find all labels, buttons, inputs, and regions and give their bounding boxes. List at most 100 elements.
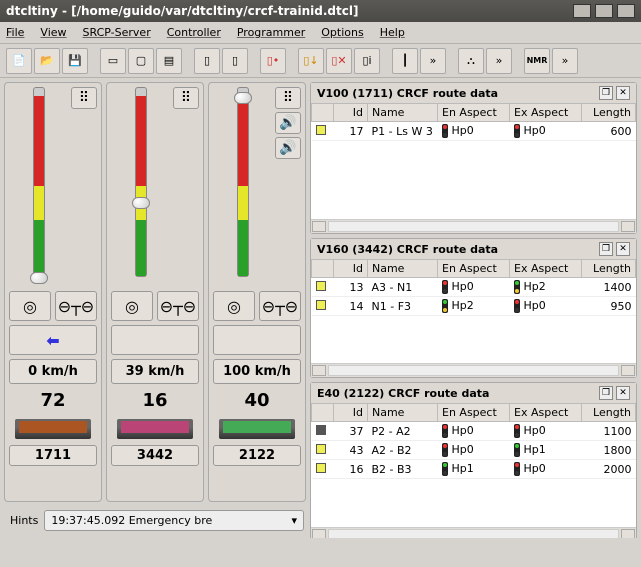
col-status[interactable]: [312, 260, 334, 278]
light-button[interactable]: ◎: [213, 291, 255, 321]
h-scrollbar[interactable]: [311, 219, 636, 233]
more3-icon[interactable]: »: [552, 48, 578, 74]
dots-icon[interactable]: ⠿: [275, 87, 301, 109]
col-en[interactable]: En Aspect: [438, 104, 510, 122]
table-row[interactable]: 37 P2 - A2 Hp0 Hp0 1100: [312, 422, 636, 441]
save-icon[interactable]: 💾: [62, 48, 88, 74]
minimize-button[interactable]: [573, 4, 591, 18]
menu-options[interactable]: Options: [321, 26, 363, 39]
mast-icon[interactable]: ┃: [392, 48, 418, 74]
signal2-icon[interactable]: ▯: [222, 48, 248, 74]
maximize-button[interactable]: [595, 4, 613, 18]
cell-len: 950: [582, 297, 636, 316]
new-icon[interactable]: 📄: [6, 48, 32, 74]
open-icon[interactable]: 📂: [34, 48, 60, 74]
titlebar: dtcltiny - [/home/guido/var/dtcltiny/crc…: [0, 0, 641, 22]
menu-programmer[interactable]: Programmer: [237, 26, 305, 39]
table-row[interactable]: 43 A2 - B2 Hp0 Hp1 1800: [312, 441, 636, 460]
signal-info-icon[interactable]: ▯i: [354, 48, 380, 74]
coupler-button[interactable]: ⊖┬⊖: [157, 291, 199, 321]
cell-len: 1400: [582, 278, 636, 297]
train-id-label: 3442: [111, 445, 199, 466]
speaker2-icon[interactable]: 🔊: [275, 137, 301, 159]
speed-slider[interactable]: [135, 87, 147, 277]
table-row[interactable]: 17 P1 - Ls W 3 Hp0 Hp0 600: [312, 122, 636, 141]
col-ex[interactable]: Ex Aspect: [510, 104, 582, 122]
col-status[interactable]: [312, 404, 334, 422]
menu-srcp[interactable]: SRCP-Server: [83, 26, 151, 39]
layout2-icon[interactable]: ▢: [128, 48, 154, 74]
col-name[interactable]: Name: [368, 260, 438, 278]
h-scrollbar[interactable]: [311, 363, 636, 377]
panel-close-icon[interactable]: ✕: [616, 242, 630, 256]
light-button[interactable]: ◎: [9, 291, 51, 321]
panel-close-icon[interactable]: ✕: [616, 86, 630, 100]
direction-button[interactable]: [213, 325, 301, 355]
cell-id: 16: [334, 460, 368, 479]
col-name[interactable]: Name: [368, 404, 438, 422]
cell-len: 2000: [582, 460, 636, 479]
h-scrollbar[interactable]: [311, 527, 636, 538]
cell-name: B2 - B3: [368, 460, 438, 479]
col-id[interactable]: Id: [334, 104, 368, 122]
table-row[interactable]: 16 B2 - B3 Hp1 Hp0 2000: [312, 460, 636, 479]
scroll-right-icon[interactable]: [621, 365, 635, 376]
panel-title: V160 (3442) CRCF route data: [317, 243, 498, 256]
signal-red-icon[interactable]: ▯•: [260, 48, 286, 74]
col-en[interactable]: En Aspect: [438, 404, 510, 422]
col-ex[interactable]: Ex Aspect: [510, 260, 582, 278]
more1-icon[interactable]: »: [420, 48, 446, 74]
col-id[interactable]: Id: [334, 260, 368, 278]
signal-icon: [514, 299, 520, 313]
speed-slider[interactable]: [237, 87, 249, 277]
col-status[interactable]: [312, 104, 334, 122]
table-row[interactable]: 14 N1 - F3 Hp2 Hp0 950: [312, 297, 636, 316]
scroll-left-icon[interactable]: [312, 529, 326, 538]
direction-button[interactable]: ⬅: [9, 325, 97, 355]
signal-x-icon[interactable]: ▯✕: [326, 48, 352, 74]
scroll-left-icon[interactable]: [312, 365, 326, 376]
coupler-button[interactable]: ⊖┬⊖: [55, 291, 97, 321]
menu-controller[interactable]: Controller: [167, 26, 221, 39]
col-en[interactable]: En Aspect: [438, 260, 510, 278]
col-len[interactable]: Length: [582, 260, 636, 278]
table-row[interactable]: 13 A3 - N1 Hp0 Hp2 1400: [312, 278, 636, 297]
scroll-left-icon[interactable]: [312, 221, 326, 232]
panel-restore-icon[interactable]: ❐: [599, 386, 613, 400]
col-name[interactable]: Name: [368, 104, 438, 122]
speed-slider[interactable]: [33, 87, 45, 277]
speaker-icon[interactable]: 🔊: [275, 112, 301, 134]
light-button[interactable]: ◎: [111, 291, 153, 321]
cell-en: Hp0: [438, 441, 510, 460]
cell-en: Hp0: [438, 122, 510, 141]
menu-help[interactable]: Help: [380, 26, 405, 39]
signal1-icon[interactable]: ▯: [194, 48, 220, 74]
col-ex[interactable]: Ex Aspect: [510, 404, 582, 422]
panel-restore-icon[interactable]: ❐: [599, 86, 613, 100]
menu-view[interactable]: View: [40, 26, 66, 39]
train-id-label: 1711: [9, 445, 97, 466]
route-icon[interactable]: ⛬: [458, 48, 484, 74]
more2-icon[interactable]: »: [486, 48, 512, 74]
signal-down-icon[interactable]: ▯↓: [298, 48, 324, 74]
scroll-right-icon[interactable]: [621, 529, 635, 538]
coupler-button[interactable]: ⊖┬⊖: [259, 291, 301, 321]
nmr-icon[interactable]: NMR: [524, 48, 550, 74]
layout3-icon[interactable]: ▤: [156, 48, 182, 74]
direction-button[interactable]: [111, 325, 199, 355]
cell-id: 37: [334, 422, 368, 441]
col-len[interactable]: Length: [582, 404, 636, 422]
dots-icon[interactable]: ⠿: [173, 87, 199, 109]
scroll-right-icon[interactable]: [621, 221, 635, 232]
close-button[interactable]: [617, 4, 635, 18]
col-len[interactable]: Length: [582, 104, 636, 122]
panel-close-icon[interactable]: ✕: [616, 386, 630, 400]
col-id[interactable]: Id: [334, 404, 368, 422]
panel-restore-icon[interactable]: ❐: [599, 242, 613, 256]
menu-file[interactable]: File: [6, 26, 24, 39]
speed-label: 0 km/h: [9, 359, 97, 384]
hints-combo[interactable]: 19:37:45.092 Emergency bre ▾: [44, 510, 304, 531]
layout1-icon[interactable]: ▭: [100, 48, 126, 74]
dots-icon[interactable]: ⠿: [71, 87, 97, 109]
signal-icon: [442, 462, 448, 476]
